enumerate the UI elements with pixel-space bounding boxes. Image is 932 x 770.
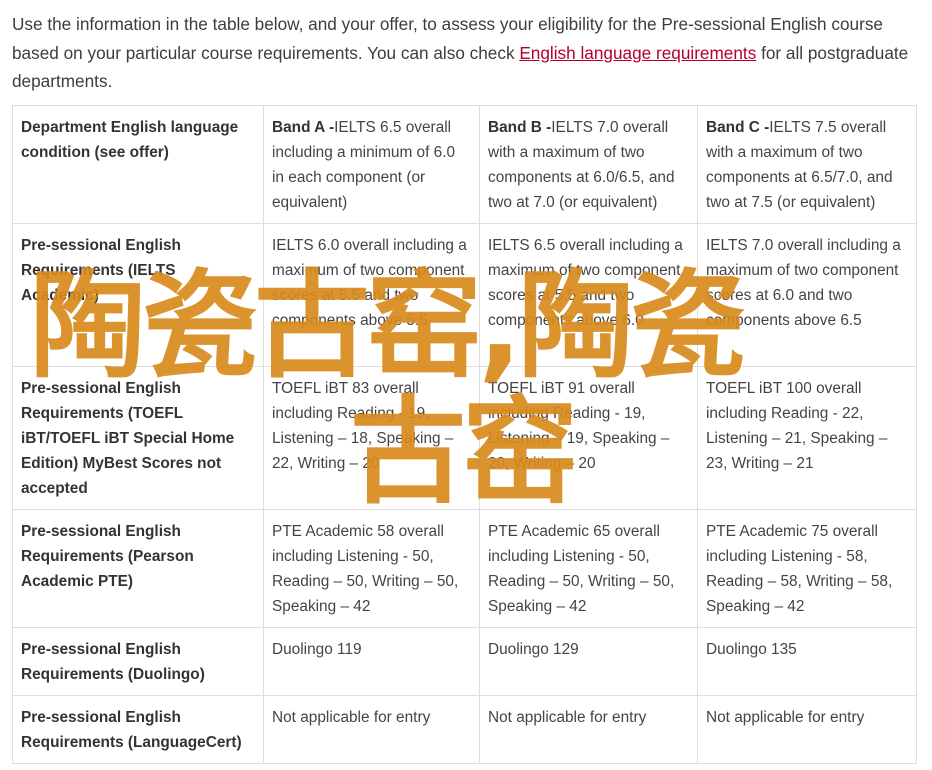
row-label-ielts: Pre-sessional English Requirements (IELT… [12,223,264,367]
row-label-pte: Pre-sessional English Requirements (Pear… [12,509,264,628]
intro-paragraph: Use the information in the table below, … [12,10,917,96]
pte-band-a-cell: PTE Academic 58 overall including Listen… [263,509,480,628]
header-band-a-cell: Band A -IELTS 6.5 overall including a mi… [263,105,480,224]
pte-band-c-cell: PTE Academic 75 overall including Listen… [697,509,917,628]
pte-band-b-cell: PTE Academic 65 overall including Listen… [479,509,698,628]
requirements-table: Department English language condition (s… [12,105,917,764]
table-row-languagecert: Pre-sessional English Requirements (Lang… [12,695,917,764]
row-label-languagecert: Pre-sessional English Requirements (Lang… [12,695,264,764]
table-row-pte: Pre-sessional English Requirements (Pear… [12,509,917,628]
row-label-toefl: Pre-sessional English Requirements (TOEF… [12,366,264,510]
header-band-b-cell: Band B -IELTS 7.0 overall with a maximum… [479,105,698,224]
band-a-label: Band A - [272,119,335,136]
duolingo-band-c-cell: Duolingo 135 [697,627,917,696]
ielts-band-c-cell: IELTS 7.0 overall including a maximum of… [697,223,917,367]
languagecert-band-a-cell: Not applicable for entry [263,695,480,764]
toefl-band-a-cell: TOEFL iBT 83 overall including Reading -… [263,366,480,510]
languagecert-band-c-cell: Not applicable for entry [697,695,917,764]
english-language-requirements-link[interactable]: English language requirements [519,43,756,63]
row-label-duolingo: Pre-sessional English Requirements (Duol… [12,627,264,696]
languagecert-band-b-cell: Not applicable for entry [479,695,698,764]
table-row-ielts: Pre-sessional English Requirements (IELT… [12,223,917,367]
table-header-row: Department English language condition (s… [12,105,917,224]
table-row-toefl: Pre-sessional English Requirements (TOEF… [12,366,917,510]
toefl-band-b-cell: TOEFL iBT 91 overall including Reading -… [479,366,698,510]
header-band-c-cell: Band C -IELTS 7.5 overall with a maximum… [697,105,917,224]
duolingo-band-a-cell: Duolingo 119 [263,627,480,696]
band-c-label: Band C - [706,119,770,136]
ielts-band-a-cell: IELTS 6.0 overall including a maximum of… [263,223,480,367]
band-b-label: Band B - [488,119,552,136]
ielts-band-b-cell: IELTS 6.5 overall including a maximum of… [479,223,698,367]
table-row-duolingo: Pre-sessional English Requirements (Duol… [12,627,917,696]
toefl-band-c-cell: TOEFL iBT 100 overall including Reading … [697,366,917,510]
duolingo-band-b-cell: Duolingo 129 [479,627,698,696]
header-condition-cell: Department English language condition (s… [12,105,264,224]
